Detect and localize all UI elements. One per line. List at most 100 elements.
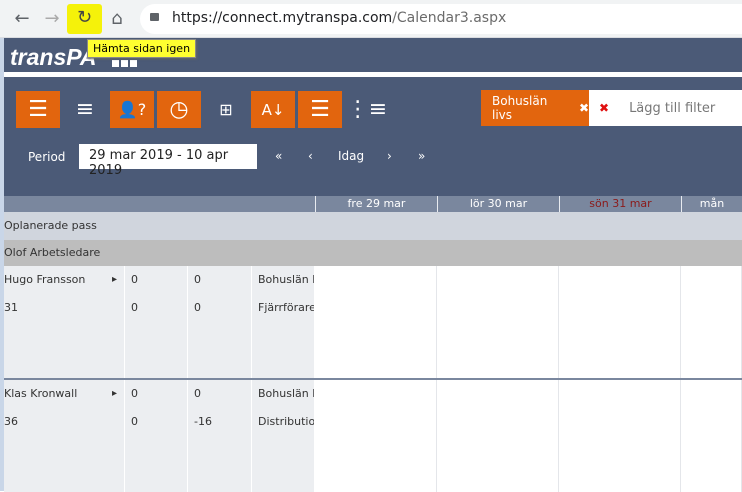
cell-3 bbox=[252, 350, 315, 378]
cell-2 bbox=[188, 350, 252, 378]
today-button[interactable]: Idag bbox=[338, 149, 364, 163]
back-icon[interactable]: ← bbox=[10, 8, 34, 29]
sort-az-icon[interactable]: A↓ bbox=[251, 91, 295, 128]
day-cell[interactable] bbox=[437, 350, 559, 378]
day-cell[interactable] bbox=[559, 408, 681, 436]
logo: transPA bbox=[10, 44, 97, 70]
day-cell[interactable] bbox=[315, 350, 437, 378]
day-cell[interactable] bbox=[681, 464, 742, 492]
day-cell[interactable] bbox=[559, 464, 681, 492]
day-cell[interactable] bbox=[681, 294, 742, 322]
expand-arrow-icon[interactable]: ▸ bbox=[112, 380, 117, 407]
cell-text: Bohuslän li bbox=[258, 273, 315, 286]
group-label: Olof Arbetsledare bbox=[4, 246, 101, 259]
cell-text: 36 bbox=[4, 415, 18, 428]
cell-text: 0 bbox=[131, 387, 138, 400]
user-question-icon[interactable]: 👤? bbox=[110, 91, 154, 128]
day-cell[interactable] bbox=[681, 266, 742, 294]
prev-button[interactable]: ‹ bbox=[308, 149, 313, 163]
table-row[interactable]: 31 0 0 Fjärrförare bbox=[4, 294, 742, 322]
day-cell[interactable] bbox=[315, 322, 437, 350]
day-header[interactable]: sön 31 mar bbox=[559, 196, 681, 212]
table-row[interactable]: Klas Kronwall ▸ 0 0 Bohuslän li bbox=[4, 380, 742, 408]
home-icon[interactable]: ⌂ bbox=[105, 8, 129, 29]
day-cell[interactable] bbox=[681, 380, 742, 408]
cell-text: Hugo Fransson bbox=[4, 273, 86, 286]
filter-chip-label: Bohuslän livs bbox=[492, 94, 548, 122]
day-cell[interactable] bbox=[437, 408, 559, 436]
table-row[interactable] bbox=[4, 350, 742, 378]
table-row[interactable] bbox=[4, 436, 742, 464]
cell-1 bbox=[125, 322, 188, 350]
table-row[interactable] bbox=[4, 322, 742, 350]
menu-icon[interactable]: ☰ bbox=[16, 91, 60, 128]
last-button[interactable]: » bbox=[418, 149, 425, 163]
next-button[interactable]: › bbox=[387, 149, 392, 163]
day-cell[interactable] bbox=[559, 380, 681, 408]
cell-1: 0 bbox=[125, 408, 188, 436]
day-cell[interactable] bbox=[559, 350, 681, 378]
cell-2: -16 bbox=[188, 408, 252, 436]
day-cell[interactable] bbox=[559, 322, 681, 350]
url-host: https://connect.mytranspa.com bbox=[172, 10, 393, 26]
address-bar[interactable]: https://connect.mytranspa.com/Calendar3.… bbox=[140, 4, 742, 34]
day-cell[interactable] bbox=[315, 436, 437, 464]
period-input[interactable]: 29 mar 2019 - 10 apr 2019 bbox=[79, 144, 257, 178]
cell-text: 0 bbox=[194, 387, 201, 400]
cell-2 bbox=[188, 322, 252, 350]
cell-1: 0 bbox=[125, 380, 188, 408]
day-cell[interactable] bbox=[315, 380, 437, 408]
day-cell[interactable] bbox=[437, 266, 559, 294]
cell-0: 36 bbox=[4, 408, 125, 436]
day-header[interactable]: mån bbox=[681, 196, 742, 212]
day-cell[interactable] bbox=[559, 266, 681, 294]
filter-chip[interactable]: Bohuslän livs ✖ bbox=[481, 90, 589, 126]
day-cell[interactable] bbox=[559, 294, 681, 322]
day-cell[interactable] bbox=[681, 350, 742, 378]
table-row[interactable] bbox=[4, 464, 742, 492]
cell-text: Bohuslän li bbox=[258, 387, 315, 400]
clear-icon[interactable]: ✖ bbox=[599, 101, 609, 115]
apps-icon[interactable] bbox=[112, 60, 137, 67]
day-header[interactable]: lör 30 mar bbox=[437, 196, 559, 212]
grid-icon[interactable]: ⊞ bbox=[204, 91, 248, 128]
day-cell[interactable] bbox=[437, 294, 559, 322]
list-icon[interactable]: ⋮≡ bbox=[345, 91, 389, 128]
cell-2: 0 bbox=[188, 294, 252, 322]
unplanned-row[interactable]: Oplanerade pass bbox=[4, 212, 742, 240]
cell-text: Fjärrförare bbox=[258, 301, 315, 314]
day-cell[interactable] bbox=[437, 436, 559, 464]
filter-input[interactable]: ✖ Lägg till filter bbox=[589, 90, 742, 126]
lock-icon bbox=[150, 13, 159, 21]
cell-2: 0 bbox=[188, 380, 252, 408]
filter-placeholder: Lägg till filter bbox=[629, 100, 716, 116]
day-cell[interactable] bbox=[681, 408, 742, 436]
clock-icon[interactable]: ◷ bbox=[157, 91, 201, 128]
day-cell[interactable] bbox=[437, 380, 559, 408]
close-icon[interactable]: ✖ bbox=[579, 101, 589, 115]
first-button[interactable]: « bbox=[275, 149, 282, 163]
cell-0 bbox=[4, 464, 125, 492]
day-cell[interactable] bbox=[437, 322, 559, 350]
day-cell[interactable] bbox=[559, 436, 681, 464]
day-cell[interactable] bbox=[437, 464, 559, 492]
group-row[interactable]: Olof Arbetsledare bbox=[4, 240, 742, 266]
cell-text: 0 bbox=[194, 273, 201, 286]
cell-3: Fjärrförare bbox=[252, 294, 315, 322]
day-cell[interactable] bbox=[681, 322, 742, 350]
day-header[interactable]: fre 29 mar bbox=[315, 196, 437, 212]
table-row[interactable]: Hugo Fransson ▸ 0 0 Bohuslän li bbox=[4, 266, 742, 294]
day-cell[interactable] bbox=[315, 408, 437, 436]
expand-arrow-icon[interactable]: ▸ bbox=[112, 266, 117, 293]
cell-3 bbox=[252, 436, 315, 464]
day-cell[interactable] bbox=[315, 266, 437, 294]
cell-text: 0 bbox=[131, 273, 138, 286]
day-cell[interactable] bbox=[315, 464, 437, 492]
rows-icon[interactable]: ☰ bbox=[298, 91, 342, 128]
reload-button[interactable]: ↻ bbox=[67, 4, 102, 34]
day-cell[interactable] bbox=[315, 294, 437, 322]
day-cell[interactable] bbox=[681, 436, 742, 464]
align-icon[interactable]: ≡ bbox=[63, 91, 107, 128]
forward-icon[interactable]: → bbox=[40, 8, 64, 29]
table-row[interactable]: 36 0 -16 Distributio bbox=[4, 408, 742, 436]
